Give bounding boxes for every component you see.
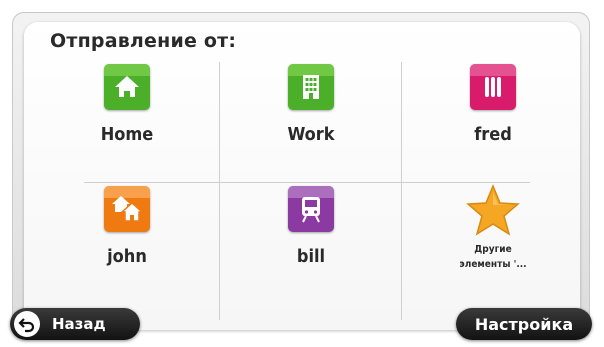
grid-item-label: Другие элементы '... <box>459 244 527 270</box>
home-icon <box>104 64 150 110</box>
grid-item-label: bill <box>296 246 326 267</box>
star-icon <box>465 184 521 236</box>
grid-item-john[interactable]: john <box>36 186 218 306</box>
back-arrow-icon <box>14 311 40 337</box>
settings-button[interactable]: Настройка <box>456 308 592 340</box>
grid-item-more[interactable]: Другие элементы '... <box>402 184 584 304</box>
train-icon <box>288 186 334 232</box>
building-icon <box>288 64 334 110</box>
grid-item-label: Work <box>287 124 335 145</box>
houses-icon <box>104 186 150 232</box>
settings-button-label: Настройка <box>474 314 574 334</box>
grid-item-bill[interactable]: bill <box>220 186 402 306</box>
grid-item-work[interactable]: Work <box>220 64 402 184</box>
grid-item-home[interactable]: Home <box>36 64 218 184</box>
back-button-label: Назад <box>52 315 106 333</box>
grid-item-label: Home <box>100 124 154 145</box>
grid-item-fred[interactable]: fred <box>402 64 584 184</box>
grid-item-label: fred <box>474 124 512 145</box>
grid-item-label: john <box>107 246 147 267</box>
favorite-bars-icon <box>470 64 516 110</box>
back-button[interactable]: Назад <box>10 308 140 340</box>
destination-grid: Home Work fred john bill Другие элементы… <box>34 62 570 326</box>
page-title: Отправление от: <box>50 30 237 52</box>
